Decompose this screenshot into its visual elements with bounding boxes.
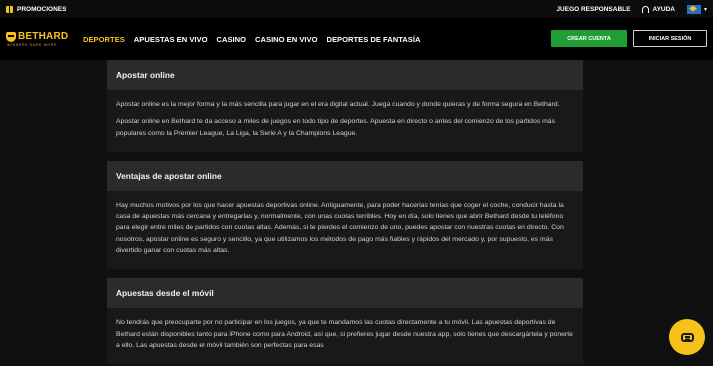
language-selector[interactable]: ▾ — [686, 4, 707, 14]
responsible-gaming-link[interactable]: JUEGO RESPONSABLE — [556, 6, 630, 13]
create-account-button[interactable]: CREAR CUENTA — [551, 30, 627, 47]
chat-icon — [680, 332, 694, 342]
nav-item-deportes[interactable]: DEPORTES — [83, 35, 125, 44]
top-bar: PROMOCIONES JUEGO RESPONSABLE AYUDA ▾ — [0, 0, 713, 18]
nav-item-casino-en-vivo[interactable]: CASINO EN VIVO — [255, 35, 317, 44]
section-title: Ventajas de apostar online — [107, 160, 583, 191]
section-apostar-online: Apostar online Apostar online es la mejo… — [107, 60, 583, 152]
gift-icon — [6, 5, 13, 13]
nav-item-apuestas-en-vivo[interactable]: APUESTAS EN VIVO — [134, 35, 208, 44]
flag-icon — [686, 4, 701, 14]
nav-item-casino[interactable]: CASINO — [216, 35, 246, 44]
help-label: AYUDA — [652, 5, 675, 13]
login-button[interactable]: INICIAR SESIÓN — [633, 30, 707, 47]
section-title: Apuestas desde el móvil — [107, 278, 583, 309]
section-paragraph: Hay muchos motivos por los que hacer apu… — [116, 201, 564, 255]
nav-items: DEPORTES APUESTAS EN VIVO CASINO CASINO … — [83, 35, 420, 44]
headset-icon — [642, 5, 650, 13]
section-ventajas: Ventajas de apostar online Hay muchos mo… — [107, 160, 583, 270]
chat-button[interactable] — [669, 319, 705, 355]
section-paragraph: Apostar online es la mejor forma y la má… — [116, 101, 560, 108]
promotions-label: PROMOCIONES — [17, 5, 67, 13]
logo[interactable]: BETHARD WINNERS DARE MORE — [6, 31, 80, 47]
nav-item-deportes-de-fantasia[interactable]: DEPORTES DE FANTASÍA — [326, 35, 420, 44]
section-title: Apostar online — [107, 60, 583, 90]
logo-text: BETHARD — [18, 31, 69, 42]
content-column: Apostar online Apostar online es la mejo… — [107, 60, 583, 366]
section-paragraph: No tendrás que preocuparte por no partic… — [116, 319, 573, 349]
main-nav: BETHARD WINNERS DARE MORE DEPORTES APUES… — [0, 18, 713, 60]
logo-tagline: WINNERS DARE MORE — [7, 43, 57, 47]
bethard-logo-icon — [6, 31, 16, 42]
help-link[interactable]: AYUDA — [642, 5, 675, 13]
section-paragraph: Apostar online en Bethard te da acceso a… — [116, 118, 556, 137]
section-apuestas-movil: Apuestas desde el móvil No tendrás que p… — [107, 278, 583, 365]
chevron-down-icon: ▾ — [703, 6, 707, 13]
promotions-link[interactable]: PROMOCIONES — [6, 5, 67, 13]
